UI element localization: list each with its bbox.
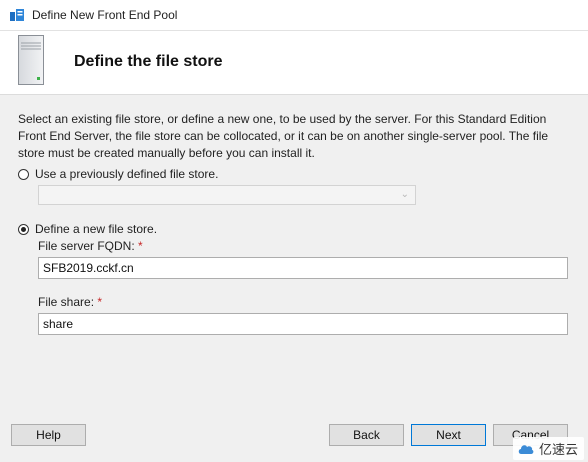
radio-existing-store[interactable] (18, 168, 29, 180)
option-existing-label: Use a previously defined file store. (35, 167, 219, 181)
window-title: Define New Front End Pool (32, 8, 178, 22)
page-header: Define the file store (0, 31, 588, 95)
cloud-icon (518, 444, 534, 454)
footer-bar: Help Back Next Cancel (0, 413, 588, 462)
watermark: 亿速云 (512, 437, 584, 460)
option-existing-store[interactable]: Use a previously defined file store. (18, 167, 218, 181)
description-text: Select an existing file store, or define… (18, 112, 549, 160)
share-label: File share: (38, 295, 95, 309)
title-bar: Define New Front End Pool (0, 0, 588, 31)
share-input[interactable]: share (38, 313, 568, 335)
radio-new-store[interactable] (18, 223, 29, 235)
fqdn-required-mark: * (138, 239, 143, 253)
next-button[interactable]: Next (411, 424, 486, 446)
watermark-text: 亿速云 (538, 442, 578, 457)
option-new-label: Define a new file store. (35, 222, 158, 236)
server-icon (18, 35, 44, 85)
chevron-down-icon: ⌄ (400, 189, 409, 200)
option-new-store[interactable]: Define a new file store. (18, 222, 157, 236)
fqdn-label: File server FQDN: (38, 239, 135, 253)
app-icon (10, 9, 24, 21)
help-button[interactable]: Help (11, 424, 86, 446)
existing-store-dropdown[interactable]: ⌄ (38, 185, 416, 205)
page-title: Define the file store (74, 53, 223, 70)
share-required-mark: * (97, 295, 103, 309)
share-label-row: File share: * (38, 295, 102, 309)
fqdn-label-row: File server FQDN: * (38, 239, 143, 253)
fqdn-input[interactable]: SFB2019.cckf.cn (38, 257, 568, 279)
back-button[interactable]: Back (329, 424, 404, 446)
content-panel: Select an existing file store, or define… (0, 95, 588, 413)
